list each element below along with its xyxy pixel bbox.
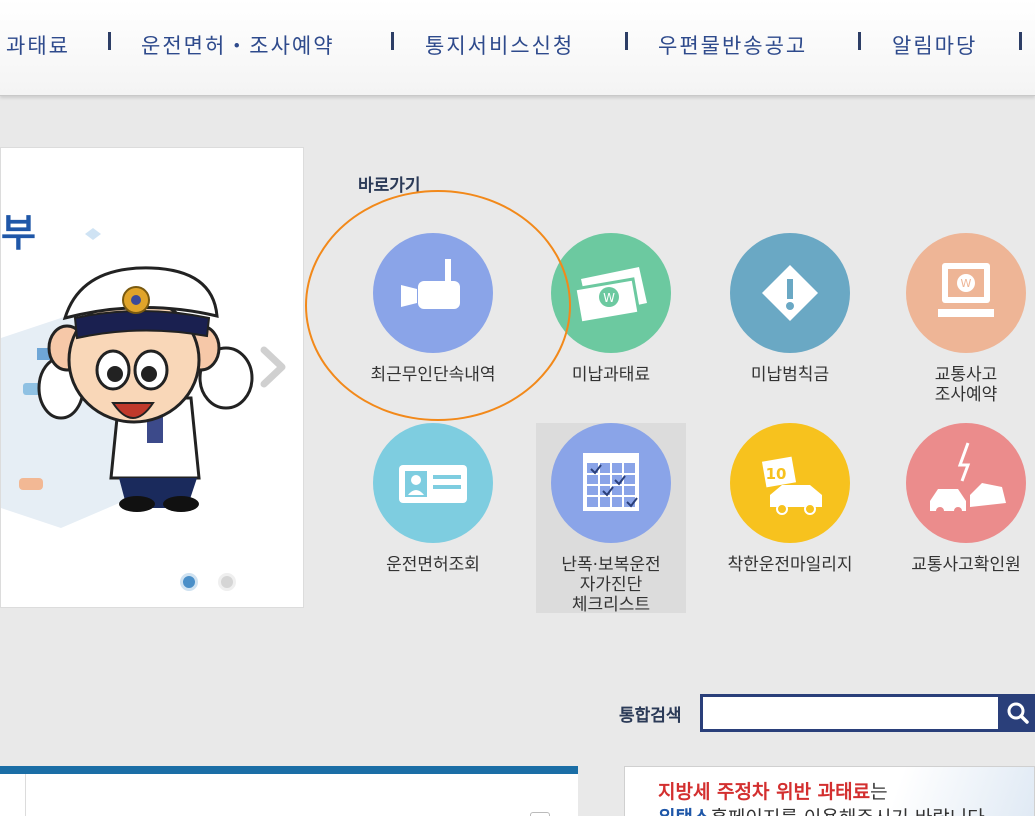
notice-line-1: 지방세 주정차 위반 과태료는 <box>658 777 888 804</box>
search-icon <box>1007 702 1029 724</box>
money-icon: W <box>551 233 671 353</box>
svg-text:W: W <box>603 291 615 305</box>
quick-link-label: 교통사고 조사예약 <box>934 365 998 405</box>
id-card-icon <box>373 423 493 543</box>
quick-link-label: 착한운전마일리지 <box>727 555 853 575</box>
quick-link-unpaid-fines[interactable]: W 미납과태료 <box>536 233 686 423</box>
notice-particle: 는 <box>870 781 888 803</box>
slide-dot-1[interactable] <box>180 573 198 591</box>
nav-separator <box>625 32 628 50</box>
quick-link-label: 교통사고확인원 <box>911 555 1021 575</box>
notice-highlight: 지방세 주정차 위반 과태료 <box>658 781 871 803</box>
quick-link-label: 난폭·보복운전 자가진단 체크리스트 <box>561 555 661 615</box>
car-crash-icon <box>906 423 1026 543</box>
quick-link-recent-enforcement[interactable]: 최근무인단속내역 <box>358 233 508 423</box>
search-button[interactable] <box>1001 694 1035 732</box>
panel-divider <box>25 774 26 816</box>
quick-link-label: 미납범칙금 <box>750 365 830 385</box>
quick-link-label: 최근무인단속내역 <box>370 365 496 385</box>
nav-separator <box>858 32 861 50</box>
notice-brand: 위택스 <box>658 807 710 816</box>
nav-item-notification-service[interactable]: 통지서비스신청 <box>425 30 574 60</box>
quick-link-accident-certificate[interactable]: 교통사고확인원 <box>891 423 1035 613</box>
nav-separator <box>391 32 394 50</box>
quick-link-good-driving-mileage[interactable]: 10 착한운전마일리지 <box>715 423 865 613</box>
mileage-car-icon: 10 <box>730 423 850 543</box>
nav-item-notice-board[interactable]: 알림마당 <box>892 30 977 60</box>
quick-link-unpaid-penalties[interactable]: 미납범칙금 <box>715 233 865 423</box>
svg-text:10: 10 <box>766 465 787 483</box>
svg-text:W: W <box>961 277 972 290</box>
notice-text: 홈페이지를 이용해주시기 바랍니다. <box>710 807 990 816</box>
top-navigation: 과태료 운전면허・조사예약 통지서비스신청 우편물반송공고 알림마당 <box>0 0 1035 96</box>
checklist-icon <box>551 423 671 543</box>
nav-separator <box>108 32 111 50</box>
quick-link-label: 운전면허조회 <box>386 555 480 575</box>
camera-icon <box>373 233 493 353</box>
slide-dot-2[interactable] <box>218 573 236 591</box>
quick-links-title: 바로가기 <box>358 176 421 196</box>
quick-link-reckless-driving-checklist[interactable]: 난폭·보복운전 자가진단 체크리스트 <box>536 423 686 615</box>
chevron-right-icon[interactable] <box>256 344 290 390</box>
nav-item-license-reservation[interactable]: 운전면허・조사예약 <box>141 30 335 60</box>
search-input[interactable] <box>700 694 1001 732</box>
quick-link-license-lookup[interactable]: 운전면허조회 <box>358 423 508 613</box>
nav-separator <box>1019 32 1022 50</box>
search-label: 통합검색 <box>619 706 682 726</box>
main-banner[interactable]: 부 <box>0 147 304 608</box>
more-button[interactable] <box>530 812 550 816</box>
nav-item-returned-mail[interactable]: 우편물반송공고 <box>658 30 807 60</box>
notice-line-2: 위택스홈페이지를 이용해주시기 바랍니다. <box>658 803 991 816</box>
quick-link-label: 미납과태료 <box>571 365 651 385</box>
quick-link-accident-reservation[interactable]: W 교통사고 조사예약 <box>891 233 1035 423</box>
notice-banner[interactable]: 지방세 주정차 위반 과태료는 위택스홈페이지를 이용해주시기 바랍니다. <box>624 766 1035 816</box>
nav-item-fines[interactable]: 과태료 <box>6 30 70 60</box>
info-panel: .... <box>0 766 578 816</box>
monitor-icon: W <box>906 233 1026 353</box>
warning-diamond-icon <box>730 233 850 353</box>
